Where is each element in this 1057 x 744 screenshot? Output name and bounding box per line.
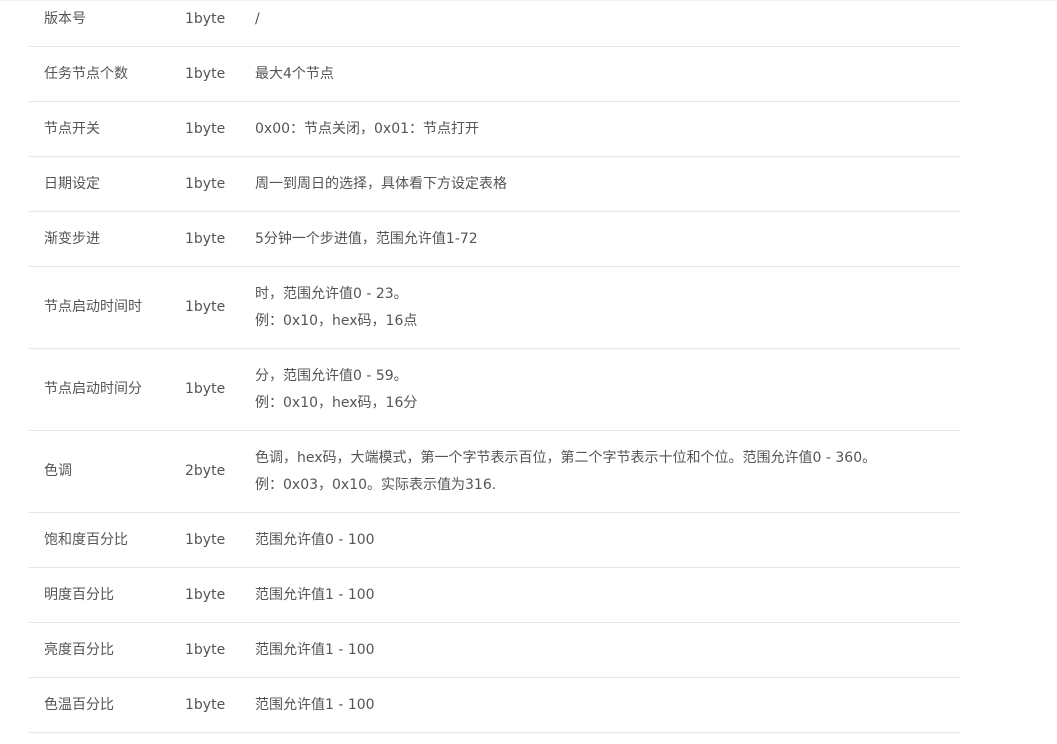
description-line: 范围允许值1 - 100 <box>255 641 375 658</box>
description-line: 分，范围允许值0 - 59。 <box>255 367 408 384</box>
field-description: 范围允许值1 - 100 <box>255 677 960 733</box>
field-size: 1byte <box>185 0 255 47</box>
table-row: 版本号 1byte / <box>29 0 960 47</box>
field-description: 5分钟一个步进值，范围允许值1-72 <box>255 211 960 267</box>
description-example-line: 例：0x10，hex码，16分 <box>255 394 418 411</box>
field-description: 周一到周日的选择，具体看下方设定表格 <box>255 156 960 212</box>
field-name: 日期设定 <box>29 156 185 212</box>
description-line: 5分钟一个步进值，范围允许值1-72 <box>255 230 478 247</box>
table-row: 任务节点个数 1byte 最大4个节点 <box>29 46 960 102</box>
description-example-line: 例：0x03，0x10。实际表示值为316. <box>255 476 497 493</box>
table-row: 饱和度百分比 1byte 范围允许值0 - 100 <box>29 512 960 568</box>
table-row: 节点启动时间分 1byte 分，范围允许值0 - 59。 例：0x10，hex码… <box>29 348 960 431</box>
field-description: 分，范围允许值0 - 59。 例：0x10，hex码，16分 <box>255 348 960 431</box>
table-row: 明度百分比 1byte 范围允许值1 - 100 <box>29 567 960 623</box>
field-name: 节点启动时间分 <box>29 348 185 431</box>
description-line: 范围允许值1 - 100 <box>255 586 375 603</box>
table-row: 节点开关 1byte 0x00：节点关闭，0x01：节点打开 <box>29 101 960 157</box>
description-line: 色调，hex码，大端模式，第一个字节表示百位，第二个字节表示十位和个位。范围允许… <box>255 449 877 466</box>
description-line: / <box>255 10 260 27</box>
field-size: 1byte <box>185 211 255 267</box>
field-size: 1byte <box>185 348 255 431</box>
description-line: 最大4个节点 <box>255 65 334 82</box>
field-description: 范围允许值1 - 100 <box>255 622 960 678</box>
field-description: / <box>255 0 960 47</box>
field-description: 最大4个节点 <box>255 46 960 102</box>
table-row: 色温百分比 1byte 范围允许值1 - 100 <box>29 677 960 733</box>
table-row: 渐变步进 1byte 5分钟一个步进值，范围允许值1-72 <box>29 211 960 267</box>
field-name: 版本号 <box>29 0 185 47</box>
description-example-line: 例：0x10，hex码，16点 <box>255 312 418 329</box>
description-line: 范围允许值1 - 100 <box>255 696 375 713</box>
field-size: 1byte <box>185 46 255 102</box>
table-row: 亮度百分比 1byte 范围允许值1 - 100 <box>29 622 960 678</box>
field-description: 范围允许值0 - 100 <box>255 512 960 568</box>
field-description: 时，范围允许值0 - 23。 例：0x10，hex码，16点 <box>255 266 960 349</box>
description-line: 0x00：节点关闭，0x01：节点打开 <box>255 120 480 137</box>
field-description: 色调，hex码，大端模式，第一个字节表示百位，第二个字节表示十位和个位。范围允许… <box>255 430 960 513</box>
field-name: 明度百分比 <box>29 567 185 623</box>
field-size: 1byte <box>185 567 255 623</box>
field-description: 0x00：节点关闭，0x01：节点打开 <box>255 101 960 157</box>
field-size: 1byte <box>185 266 255 349</box>
field-name: 饱和度百分比 <box>29 512 185 568</box>
field-name: 节点开关 <box>29 101 185 157</box>
field-size: 1byte <box>185 512 255 568</box>
field-size: 2byte <box>185 430 255 513</box>
field-name: 色调 <box>29 430 185 513</box>
description-line: 时，范围允许值0 - 23。 <box>255 285 408 302</box>
table-row: 日期设定 1byte 周一到周日的选择，具体看下方设定表格 <box>29 156 960 212</box>
field-size: 1byte <box>185 677 255 733</box>
field-name: 渐变步进 <box>29 211 185 267</box>
table-row: 色调 2byte 色调，hex码，大端模式，第一个字节表示百位，第二个字节表示十… <box>29 430 960 513</box>
table-row: 节点启动时间时 1byte 时，范围允许值0 - 23。 例：0x10，hex码… <box>29 266 960 349</box>
field-size: 1byte <box>185 622 255 678</box>
description-line: 周一到周日的选择，具体看下方设定表格 <box>255 175 507 192</box>
field-size: 1byte <box>185 156 255 212</box>
field-name: 任务节点个数 <box>29 46 185 102</box>
description-line: 范围允许值0 - 100 <box>255 531 375 548</box>
field-name: 色温百分比 <box>29 677 185 733</box>
field-size: 1byte <box>185 101 255 157</box>
field-name: 节点启动时间时 <box>29 266 185 349</box>
spec-table: 版本号 1byte / 任务节点个数 1byte 最大4个节点 节点开关 1by… <box>29 0 960 733</box>
field-description: 范围允许值1 - 100 <box>255 567 960 623</box>
field-name: 亮度百分比 <box>29 622 185 678</box>
